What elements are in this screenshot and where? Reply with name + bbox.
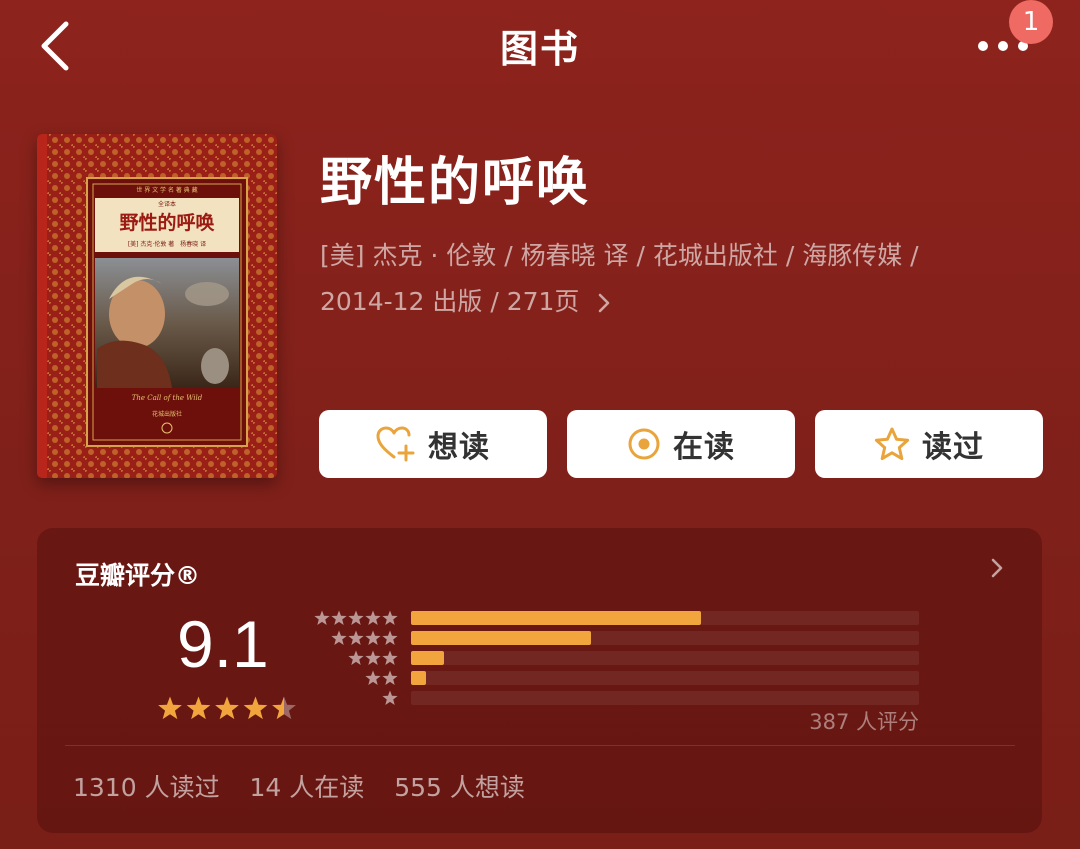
chevron-right-icon[interactable] — [989, 556, 1005, 580]
top-bar: 图书 1 — [0, 0, 1080, 92]
target-icon — [628, 428, 660, 460]
book-meta-text: 2014-12 出版 / 271页 — [320, 287, 580, 316]
divider — [65, 745, 1015, 746]
cover-byline: [美] 杰克·伦敦 著 杨春晓 译 — [128, 240, 206, 248]
rating-score: 9.1 — [177, 607, 269, 681]
score-star-icon — [158, 696, 182, 720]
distribution-bar-fill — [411, 611, 701, 625]
distribution-stars-icon — [331, 630, 398, 645]
rating-card[interactable]: 豆瓣评分® 9.1 387 人评分 1310 人读过 14 人在读 555 人想… — [37, 528, 1042, 833]
heart-plus-icon — [376, 426, 415, 462]
distribution-row-1-star — [315, 690, 925, 706]
cover-art: 世 界 文 学 名 著 典 藏 全译本 野性的呼唤 [美] 杰克·伦敦 著 杨春… — [37, 134, 277, 478]
distribution-bar-fill — [411, 631, 592, 645]
score-star-icon — [186, 696, 211, 720]
reading-stats: 1310 人读过 14 人在读 555 人想读 — [73, 768, 547, 804]
distribution-bar-track — [411, 651, 919, 665]
chevron-right-icon — [599, 293, 610, 313]
reading-button[interactable]: 在读 — [567, 410, 795, 478]
distribution-bar-track — [411, 611, 919, 625]
cover-title: 野性的呼唤 — [119, 211, 214, 234]
reading-count: 14 人在读 — [249, 773, 365, 802]
book-meta-line-2[interactable]: 2014-12 出版 / 271页 — [320, 282, 611, 318]
cover-publisher: 花城出版社 — [152, 410, 182, 418]
cover-series-text: 世 界 文 学 名 著 典 藏 — [136, 186, 197, 194]
distribution-stars-icon — [382, 690, 398, 705]
distribution-row-2-star — [315, 670, 925, 686]
book-cover-image[interactable]: 世 界 文 学 名 著 典 藏 全译本 野性的呼唤 [美] 杰克·伦敦 著 杨春… — [37, 134, 277, 478]
score-star-icon — [243, 696, 268, 720]
distribution-stars-icon — [314, 610, 398, 625]
score-star-icon — [215, 696, 239, 720]
score-star-icon — [272, 696, 296, 720]
score-stars — [158, 696, 296, 720]
distribution-bar-track — [411, 691, 919, 705]
want-to-read-label: 想读 — [428, 430, 490, 465]
distribution-bar-fill — [411, 671, 427, 685]
distribution-bar-track — [411, 671, 919, 685]
want-count: 555 人想读 — [394, 773, 525, 802]
cover-label: 全译本 — [158, 200, 176, 208]
rating-distribution — [314, 610, 925, 710]
have-read-button[interactable]: 读过 — [815, 410, 1043, 478]
book-title: 野性的呼唤 — [320, 153, 591, 213]
rating-title: 豆瓣评分® — [75, 561, 201, 590]
cover-english-title: The Call of the Wild — [132, 394, 203, 402]
distribution-row-5-star — [314, 610, 925, 626]
distribution-row-3-star — [315, 650, 925, 666]
want-to-read-button[interactable]: 想读 — [319, 410, 547, 478]
notification-badge: 1 — [1009, 0, 1053, 44]
have-read-label: 读过 — [922, 430, 984, 465]
page-title: 图书 — [499, 27, 580, 71]
distribution-stars-icon — [348, 650, 398, 665]
distribution-row-4-star — [315, 630, 925, 646]
read-count: 1310 人读过 — [73, 773, 220, 802]
distribution-bar-fill — [411, 651, 445, 665]
book-meta-line-1[interactable]: [美] 杰克 · 伦敦 / 杨春晓 译 / 花城出版社 / 海豚传媒 / — [320, 236, 919, 272]
rating-count: 387 人评分 — [809, 710, 919, 734]
distribution-bar-track — [411, 631, 919, 645]
star-outline-icon — [874, 427, 910, 461]
reading-label: 在读 — [673, 430, 735, 465]
distribution-stars-icon — [365, 670, 398, 685]
